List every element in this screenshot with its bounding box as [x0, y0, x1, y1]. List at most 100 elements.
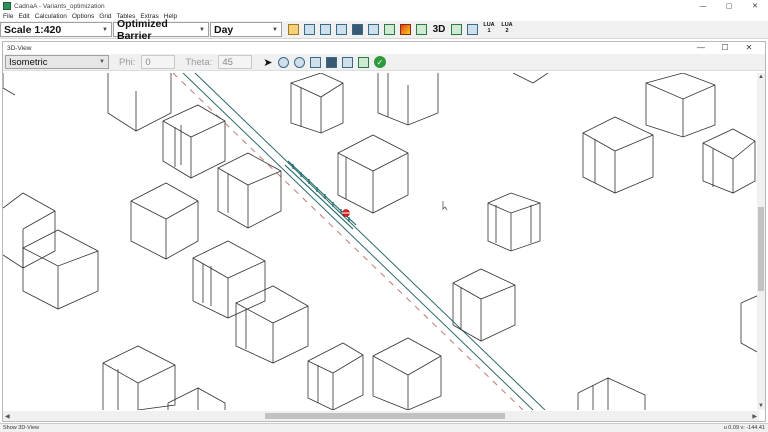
horizontal-scroll-thumb[interactable]: [265, 413, 505, 419]
receiver-point: [342, 209, 350, 217]
copy-icon: [310, 56, 322, 68]
chevron-down-icon: ▼: [102, 26, 108, 33]
scroll-left-icon[interactable]: ◀: [5, 413, 10, 420]
scale-value: Scale 1:420: [4, 23, 62, 36]
building-5: [3, 192, 56, 269]
save-icon: [304, 24, 315, 35]
variant-dropdown[interactable]: Optimized Barrier ▼: [113, 18, 209, 42]
building-14: [337, 134, 409, 214]
export-icon: [336, 24, 347, 35]
road-edge-left: [182, 73, 534, 410]
road-centerline: [172, 73, 524, 410]
copy-button[interactable]: [366, 22, 381, 37]
maximize-button[interactable]: ▢: [716, 0, 742, 12]
copy-view-tool[interactable]: [308, 55, 323, 70]
view-close-button[interactable]: ✕: [737, 42, 761, 54]
building-12: [372, 337, 442, 410]
app-titlebar: CadnaA - Variants_optimization — ▢ ✕: [0, 0, 768, 12]
main-toolbar: Scale 1:420 ▼ Optimized Barrier ▼ Day ▼ …: [0, 18, 768, 42]
calculator-icon: [384, 24, 395, 35]
vertical-scroll-thumb[interactable]: [758, 207, 764, 291]
view-3d-canvas[interactable]: [3, 73, 759, 410]
window-controls: — ▢ ✕: [690, 0, 768, 12]
horizontal-scrollbar[interactable]: ◀ ▶: [3, 411, 759, 421]
noise-barrier: [284, 160, 357, 230]
building-20: [702, 128, 756, 194]
file-tools: 3D LUA 1 LUA 2: [286, 22, 517, 37]
building-16: [487, 192, 541, 252]
menu-grid[interactable]: Grid: [99, 13, 111, 20]
building-2: [162, 104, 226, 179]
pin-icon: [467, 24, 478, 35]
building-18: [582, 116, 654, 194]
lua-2-button[interactable]: LUA 2: [499, 22, 515, 37]
theta-input[interactable]: 45: [218, 55, 253, 69]
building-13: [290, 73, 344, 134]
view-tools: ➤ ✓: [260, 55, 388, 70]
scroll-right-icon[interactable]: ▶: [752, 413, 757, 420]
projection-dropdown[interactable]: Isometric ▼: [5, 55, 109, 69]
building-11: [307, 342, 364, 410]
scroll-up-icon[interactable]: ▲: [758, 74, 764, 80]
view-3d-label: 3D: [432, 24, 446, 35]
select-tool[interactable]: ➤: [260, 55, 275, 70]
building-button[interactable]: [414, 22, 429, 37]
wireframe-scene: [3, 73, 759, 410]
menu-edit[interactable]: Edit: [18, 13, 29, 20]
zoom-in-tool[interactable]: [276, 55, 291, 70]
building-6: [22, 229, 99, 310]
phi-label: Phi:: [119, 56, 136, 68]
theta-label: Theta:: [185, 56, 213, 68]
app-icon: [3, 2, 11, 10]
lua-2-number: 2: [505, 28, 509, 34]
printer-icon: [326, 56, 338, 68]
phi-input[interactable]: 0: [141, 55, 176, 69]
scale-dropdown[interactable]: Scale 1:420 ▼: [0, 22, 112, 37]
period-dropdown[interactable]: Day ▼: [210, 22, 282, 37]
menu-file[interactable]: File: [3, 13, 13, 20]
export-button[interactable]: [334, 22, 349, 37]
building-1: [107, 73, 172, 132]
print-button[interactable]: [350, 22, 365, 37]
status-message: Show 3D-View: [3, 425, 39, 431]
view-3d-button[interactable]: 3D: [430, 22, 448, 37]
building-8: [235, 285, 309, 364]
open-button[interactable]: [286, 22, 301, 37]
calculator-button[interactable]: [382, 22, 397, 37]
layers-button[interactable]: [449, 22, 464, 37]
building-4: [130, 182, 199, 260]
building-22: [577, 377, 646, 410]
building-17: [452, 268, 516, 342]
grid-color-button[interactable]: [398, 22, 413, 37]
folder-open-icon: [288, 24, 299, 35]
menu-options[interactable]: Options: [72, 13, 94, 20]
building-9: [102, 345, 176, 410]
road: [182, 73, 546, 410]
building-19: [645, 73, 716, 138]
vertical-scrollbar[interactable]: ▲ ▼: [757, 73, 765, 410]
print-view-tool[interactable]: [324, 55, 339, 70]
menu-calculation[interactable]: Calculation: [35, 13, 67, 20]
view-3d-titlebar: 3D-View — ☐ ✕: [3, 42, 765, 54]
buildings: [3, 73, 759, 410]
close-button[interactable]: ✕: [742, 0, 768, 12]
lua-1-button[interactable]: LUA 1: [481, 22, 497, 37]
apply-tool[interactable]: ✓: [372, 55, 387, 70]
projection-value: Isometric: [9, 56, 48, 68]
variant-value: Optimized Barrier: [117, 17, 168, 42]
minimize-button[interactable]: —: [690, 0, 716, 12]
view-window-controls: — ☐ ✕: [689, 42, 761, 54]
zoom-out-icon: [294, 56, 306, 68]
view-minimize-button[interactable]: —: [689, 42, 713, 54]
pin-button[interactable]: [465, 22, 480, 37]
save-button[interactable]: [302, 22, 317, 37]
chevron-down-icon: ▼: [199, 26, 205, 33]
chart-tool[interactable]: [340, 55, 355, 70]
save-all-button[interactable]: [318, 22, 333, 37]
building-15: [377, 73, 439, 126]
view-maximize-button[interactable]: ☐: [713, 42, 737, 54]
road-edge-right: [194, 73, 546, 410]
scroll-down-icon[interactable]: ▼: [758, 403, 764, 409]
scale-bar-tool[interactable]: [356, 55, 371, 70]
zoom-out-tool[interactable]: [292, 55, 307, 70]
